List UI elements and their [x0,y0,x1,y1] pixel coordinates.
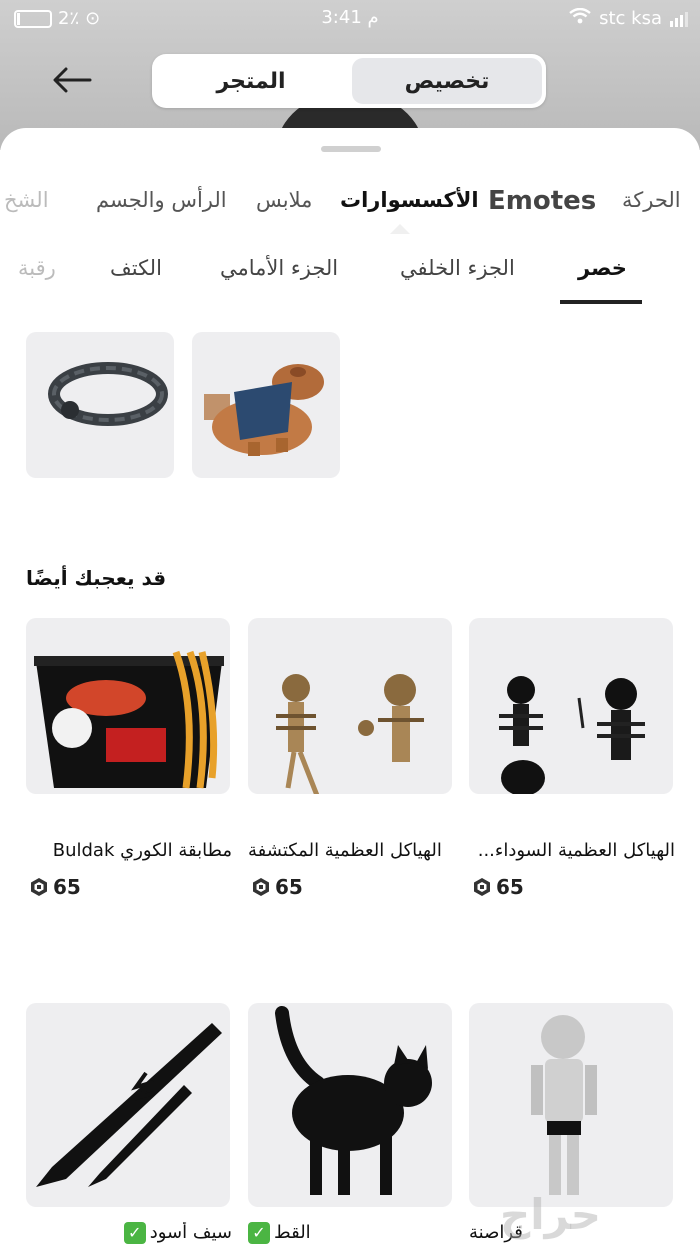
item-name-cat-row: ✓ القط [248,1222,454,1244]
subtab-back[interactable]: الجزء الخلفي [400,256,515,280]
sheet-drag-handle[interactable] [321,146,381,152]
store-customize-toggle: المتجر تخصيص [152,54,546,108]
robux-icon [474,878,490,896]
price-value: 65 [53,875,81,899]
robux-icon [253,878,269,896]
item-card-black-sword[interactable] [26,1003,230,1207]
signal-icon [670,11,688,27]
subtab-waist[interactable]: خصر [578,256,627,280]
watermark: حراج [500,1190,602,1239]
active-tab-pointer [390,224,410,234]
robux-icon [31,878,47,896]
item-name-cat: القط [274,1222,311,1243]
owned-check-icon: ✓ [248,1222,270,1244]
tab-emotes[interactable]: Emotes [488,186,596,216]
item-card-cat[interactable] [248,1003,452,1207]
tab-head-body[interactable]: الرأس والجسم [96,188,227,212]
item-name-black-skeletons: الهياكل العظمية السوداء... [477,840,675,861]
section-title-you-may-like: قد يعجبك أيضًا [26,566,167,590]
tab-customize[interactable]: تخصيص [352,58,542,104]
tab-accessories[interactable]: الأكسسوارات [340,188,479,212]
item-card-discovered-skeletons[interactable] [248,618,452,794]
item-name-discovered-skeletons: الهياكل العظمية المكتشفة [248,840,442,861]
owned-check-icon: ✓ [123,1222,146,1244]
subtab-underline [560,300,642,304]
item-card-black-belt[interactable] [26,332,174,478]
item-name-sword-row: سيف أسود✓ [26,1222,232,1244]
item-price-discovered-skeletons: 65 [251,875,303,899]
item-card-pirates[interactable] [469,1003,673,1207]
tab-clothing[interactable]: ملابس [256,188,312,212]
tab-character[interactable]: الشخ [4,188,49,212]
wifi-icon [569,7,591,29]
price-value: 65 [275,875,303,899]
subtab-shoulder[interactable]: الكتف [110,256,162,280]
carrier-name: stc ksa [599,8,662,29]
price-value: 65 [496,875,524,899]
item-name-black-sword: سيف أسود [149,1222,232,1243]
item-name-buldak: مطابقة الكوري Buldak [52,840,232,861]
tab-store[interactable]: المتجر [156,58,346,104]
status-bar: 2٪ ⊙ 3:41 م stc ksa [0,0,700,38]
tab-animation[interactable]: الحركة [622,188,681,212]
item-price-black-skeletons: 65 [472,875,524,899]
item-card-buldak-ramen[interactable] [26,618,230,794]
item-price-buldak: 65 [29,875,81,899]
back-arrow-icon[interactable] [50,62,94,98]
subtab-front[interactable]: الجزء الأمامي [220,256,338,280]
item-card-capybara[interactable] [192,332,340,478]
subtab-neck[interactable]: رقبة [18,256,56,280]
item-card-black-skeletons[interactable] [469,618,673,794]
